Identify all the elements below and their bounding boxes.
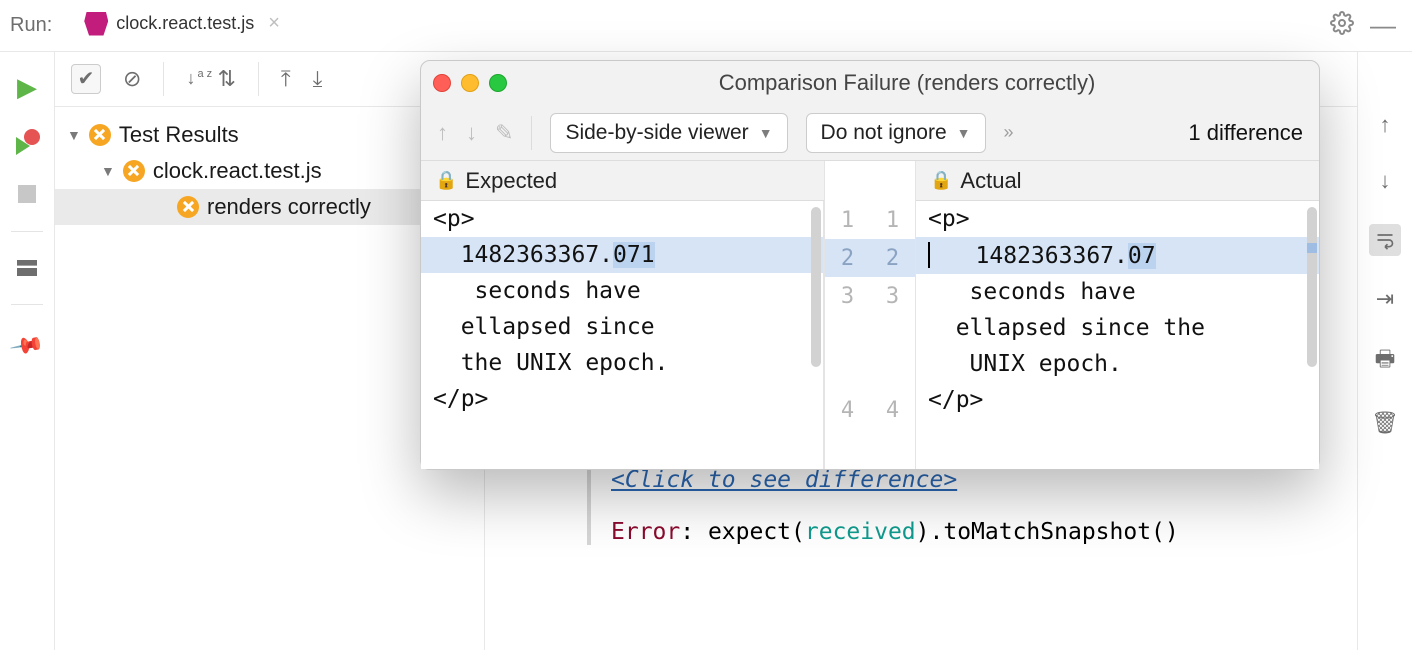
expected-pane: 🔒 Expected <p> 1482363367.071 seconds ha… <box>421 161 824 469</box>
tree-file-label: clock.react.test.js <box>153 158 322 184</box>
close-icon[interactable]: × <box>268 12 280 35</box>
comparison-dialog: Comparison Failure (renders correctly) ↑… <box>420 60 1320 470</box>
scroll-to-end-icon[interactable]: ⇥ <box>1376 286 1394 312</box>
chevron-down-icon[interactable]: ▼ <box>67 127 81 143</box>
soft-wrap-icon[interactable] <box>1369 224 1401 256</box>
viewer-mode-label: Side-by-side viewer <box>565 121 748 145</box>
status-failed-icon <box>177 196 199 218</box>
status-failed-icon <box>89 124 111 146</box>
panel-tabs: Run: clock.react.test.js × — <box>0 0 1412 52</box>
dialog-toolbar: ↑ ↓ ✎ Side-by-side viewer ▼ Do not ignor… <box>421 105 1319 161</box>
ignore-mode-label: Do not ignore <box>821 121 947 145</box>
jest-icon <box>84 12 108 36</box>
trash-icon[interactable]: 🗑 <box>1371 410 1399 436</box>
run-label: Run: <box>10 14 52 37</box>
show-passed-toggle[interactable]: ✔ <box>71 64 101 94</box>
run-gutter: ▶ 📌 <box>0 52 55 650</box>
up-arrow-icon[interactable]: ↑ <box>1380 112 1391 138</box>
pin-icon[interactable]: 📌 <box>8 327 45 364</box>
edit-icon[interactable]: ✎ <box>495 120 513 146</box>
lock-icon: 🔒 <box>435 170 457 191</box>
dialog-titlebar[interactable]: Comparison Failure (renders correctly) <box>421 61 1319 105</box>
show-ignored-toggle[interactable]: ⊘ <box>123 66 141 92</box>
difference-count: 1 difference <box>1188 120 1303 146</box>
lock-icon: 🔒 <box>930 170 952 191</box>
layout-icon[interactable] <box>17 260 37 276</box>
actual-label: Actual <box>960 168 1021 194</box>
error-line: Error: expect(received).toMatchSnapshot(… <box>611 519 1357 545</box>
dialog-title: Comparison Failure (renders correctly) <box>507 70 1307 96</box>
close-window-icon[interactable] <box>433 74 451 92</box>
stop-button[interactable] <box>18 185 36 203</box>
console-gutter: ↑ ↓ ⇥ 🖶 🗑 <box>1357 52 1412 650</box>
tab-clock-test[interactable]: clock.react.test.js × <box>70 0 294 51</box>
expected-label: Expected <box>465 168 557 194</box>
status-failed-icon <box>123 160 145 182</box>
gear-icon[interactable] <box>1330 11 1354 40</box>
down-arrow-icon[interactable]: ↓ <box>1380 168 1391 194</box>
zoom-window-icon[interactable] <box>489 74 507 92</box>
ignore-mode-select[interactable]: Do not ignore ▼ <box>806 113 986 153</box>
sort-duration-icon[interactable]: ⇅ <box>217 66 235 92</box>
actual-code[interactable]: <p> 1482363367.07 seconds have ellapsed … <box>916 201 1319 469</box>
sort-alpha-icon[interactable] <box>186 68 195 89</box>
next-diff-icon[interactable]: ↓ <box>466 120 477 146</box>
line-numbers: 11 22 33 44 <box>824 161 916 469</box>
more-icon[interactable]: » <box>1004 122 1014 143</box>
chevron-down-icon: ▼ <box>957 125 971 141</box>
tree-test-label: renders correctly <box>207 194 371 220</box>
tree-root-label: Test Results <box>119 122 239 148</box>
collapse-all-icon[interactable]: ⤓ <box>313 66 323 92</box>
see-difference-link[interactable]: <Click to see difference> <box>611 467 957 493</box>
viewer-mode-select[interactable]: Side-by-side viewer ▼ <box>550 113 787 153</box>
tab-title: clock.react.test.js <box>116 13 254 34</box>
actual-pane: 🔒 Actual <p> 1482363367.07 seconds have … <box>916 161 1319 469</box>
expected-code[interactable]: <p> 1482363367.071 seconds have ellapsed… <box>421 201 824 469</box>
chevron-down-icon: ▼ <box>759 125 773 141</box>
diff-marker[interactable] <box>1307 243 1317 253</box>
minimize-window-icon[interactable] <box>461 74 479 92</box>
prev-diff-icon[interactable]: ↑ <box>437 120 448 146</box>
print-icon[interactable]: 🖶 <box>1375 342 1396 380</box>
debug-button[interactable] <box>14 131 40 157</box>
scrollbar[interactable] <box>811 207 821 367</box>
run-button[interactable]: ▶ <box>17 72 37 103</box>
chevron-down-icon[interactable]: ▼ <box>101 163 115 179</box>
expand-all-icon[interactable]: ⤒ <box>281 66 291 92</box>
minimize-icon[interactable]: — <box>1370 10 1396 41</box>
